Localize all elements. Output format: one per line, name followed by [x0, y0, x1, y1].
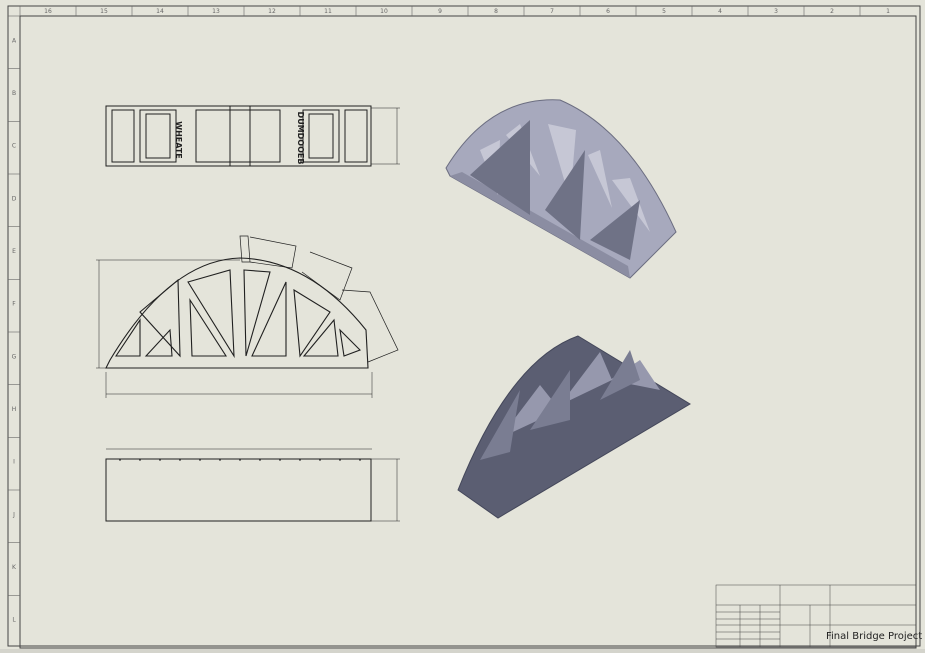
border-col-label: 3	[774, 8, 778, 15]
border-row-label: D	[12, 195, 17, 202]
front-view	[96, 235, 399, 398]
drawing-sheet: 16 15 14 13 12 11 10 9 8 7 6 5 4 3 2 1 A B C D E F G H I J K L WHEA…	[0, 0, 925, 649]
border-col-label: 12	[268, 8, 276, 15]
border-col-label: 11	[324, 8, 332, 15]
border-col-label: 2	[830, 8, 834, 15]
border-col-label: 7	[550, 8, 554, 15]
drawing-title: Final Bridge Project	[826, 631, 923, 642]
border-col-label: 1	[886, 8, 890, 15]
border-row-label: K	[12, 564, 17, 571]
border-col-label: 15	[100, 8, 108, 15]
border-col-label: 16	[44, 8, 52, 15]
border-col-label: 9	[438, 8, 442, 15]
border-row-label: F	[12, 301, 16, 308]
border-row-label: E	[12, 248, 16, 255]
engraving-right-text: DUMDOOEB	[296, 112, 305, 165]
border-row-label: C	[12, 143, 16, 150]
engraving-left-text: WHEATE	[174, 121, 183, 158]
border-col-label: 10	[380, 8, 388, 15]
border-row-label: J	[12, 511, 15, 518]
border-col-label: 4	[718, 8, 722, 15]
side-view	[105, 448, 400, 522]
border-row-label: H	[12, 406, 17, 413]
top-view	[105, 105, 400, 167]
border-col-label: 14	[156, 8, 164, 15]
border-row-label: A	[12, 37, 17, 44]
border-row-label: B	[12, 90, 16, 97]
isometric-view-bottom	[457, 335, 691, 519]
border-row-label: G	[12, 353, 17, 360]
border-col-label: 6	[606, 8, 610, 15]
sheet-border-outer	[7, 5, 921, 647]
border-col-label: 13	[212, 8, 220, 15]
border-row-label: L	[12, 617, 16, 624]
sheet-border-inner	[19, 15, 917, 649]
border-col-label: 8	[494, 8, 498, 15]
border-zone-ticks	[8, 6, 861, 596]
border-row-label: I	[13, 459, 15, 466]
border-col-label: 5	[662, 8, 666, 15]
isometric-view-top	[445, 99, 677, 279]
